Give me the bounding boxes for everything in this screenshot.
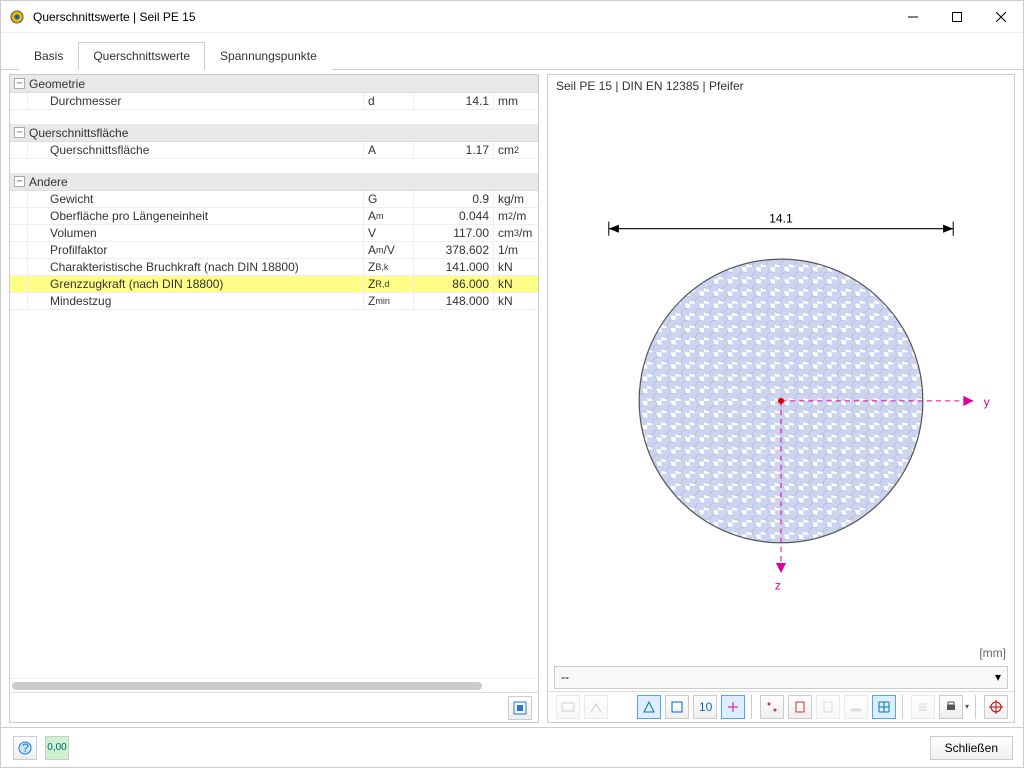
show-cparts-button[interactable] (788, 695, 812, 719)
collapse-icon[interactable]: − (14, 78, 25, 89)
close-button[interactable]: Schließen (930, 736, 1013, 760)
group-geometrie[interactable]: − Geometrie (10, 75, 538, 93)
tab-basis[interactable]: Basis (19, 42, 78, 70)
separator (975, 695, 976, 719)
row-grenzzugkraft[interactable]: Grenzzugkraft (nach DIN 18800) ZR,d 86.0… (10, 276, 538, 293)
row-volumen[interactable]: Volumen V 117.00 cm3/m (10, 225, 538, 242)
row-gewicht[interactable]: Gewicht G 0.9 kg/m (10, 191, 538, 208)
export-icon (512, 700, 528, 716)
minimize-button[interactable] (899, 3, 927, 31)
results-button[interactable] (584, 695, 608, 719)
print-button[interactable] (939, 695, 963, 719)
separator (902, 695, 903, 719)
show-values-button[interactable]: 100 (693, 695, 717, 719)
group-andere[interactable]: − Andere (10, 173, 538, 191)
dialog-footer: ? 0,00 Schließen (1, 727, 1023, 767)
horizontal-scrollbar[interactable] (10, 678, 538, 692)
target-button[interactable] (984, 695, 1008, 719)
row-mindestzug[interactable]: Mindestzug Zmin 148.000 kN (10, 293, 538, 310)
tab-querschnittswerte[interactable]: Querschnittswerte (78, 42, 205, 70)
values-button[interactable] (556, 695, 580, 719)
properties-grid[interactable]: − Geometrie Durchmesser d 14.1 mm − Quer… (10, 75, 538, 678)
show-weld-button[interactable] (844, 695, 868, 719)
app-icon (9, 9, 25, 25)
show-thinwalled-button[interactable] (816, 695, 840, 719)
help-icon: ? (17, 740, 33, 756)
preview-title: Seil PE 15 | DIN EN 12385 | Pfeifer (548, 75, 1014, 97)
dimension-label: 14.1 (769, 212, 793, 226)
help-button[interactable]: ? (13, 736, 37, 760)
row-oberflaeche[interactable]: Oberfläche pro Längeneinheit Am 0.044 m2… (10, 208, 538, 225)
svg-text:100: 100 (699, 700, 712, 714)
close-window-button[interactable] (987, 3, 1015, 31)
export-button[interactable] (508, 696, 532, 720)
list-button[interactable] (911, 695, 935, 719)
show-stresspoints-button[interactable] (760, 695, 784, 719)
tab-strip: Basis Querschnittswerte Spannungspunkte (1, 33, 1023, 70)
row-durchmesser[interactable]: Durchmesser d 14.1 mm (10, 93, 538, 110)
axis-z-label: z (775, 578, 781, 592)
show-axes-button[interactable] (721, 695, 745, 719)
preview-panel: Seil PE 15 | DIN EN 12385 | Pfeifer 14.1 (547, 74, 1015, 723)
properties-panel: − Geometrie Durchmesser d 14.1 mm − Quer… (9, 74, 539, 723)
content-area: − Geometrie Durchmesser d 14.1 mm − Quer… (1, 70, 1023, 727)
cross-section-drawing: 14.1 y z (548, 97, 1014, 664)
maximize-button[interactable] (943, 3, 971, 31)
collapse-icon[interactable]: − (14, 176, 25, 187)
separator (751, 695, 752, 719)
row-querschnittsflaeche[interactable]: Querschnittsfläche A 1.17 cm2 (10, 142, 538, 159)
left-footer (10, 692, 538, 722)
window-title: Querschnittswerte | Seil PE 15 (33, 10, 899, 24)
chevron-down-icon: ▾ (995, 670, 1001, 684)
show-dimensions-button[interactable] (665, 695, 689, 719)
show-section-button[interactable] (637, 695, 661, 719)
collapse-icon[interactable]: − (14, 127, 25, 138)
stress-result-select[interactable]: -- ▾ (554, 666, 1008, 688)
show-grid-button[interactable] (872, 695, 896, 719)
axis-y-label: y (984, 395, 991, 409)
group-querschnittsflaeche[interactable]: − Querschnittsfläche (10, 124, 538, 142)
row-bruchkraft[interactable]: Charakteristische Bruchkraft (nach DIN 1… (10, 259, 538, 276)
units-label: 0,00 (47, 742, 66, 753)
row-profilfaktor[interactable]: Profilfaktor Am/V 378.602 1/m (10, 242, 538, 259)
cross-section-viewport[interactable]: 14.1 y z [mm] (548, 97, 1014, 664)
tab-spannungspunkte[interactable]: Spannungspunkte (205, 42, 332, 70)
preview-toolbar: 100 ▾ (548, 691, 1014, 722)
titlebar: Querschnittswerte | Seil PE 15 (1, 1, 1023, 33)
viewport-unit: [mm] (979, 646, 1006, 660)
svg-text:?: ? (22, 741, 29, 755)
units-button[interactable]: 0,00 (45, 736, 69, 760)
